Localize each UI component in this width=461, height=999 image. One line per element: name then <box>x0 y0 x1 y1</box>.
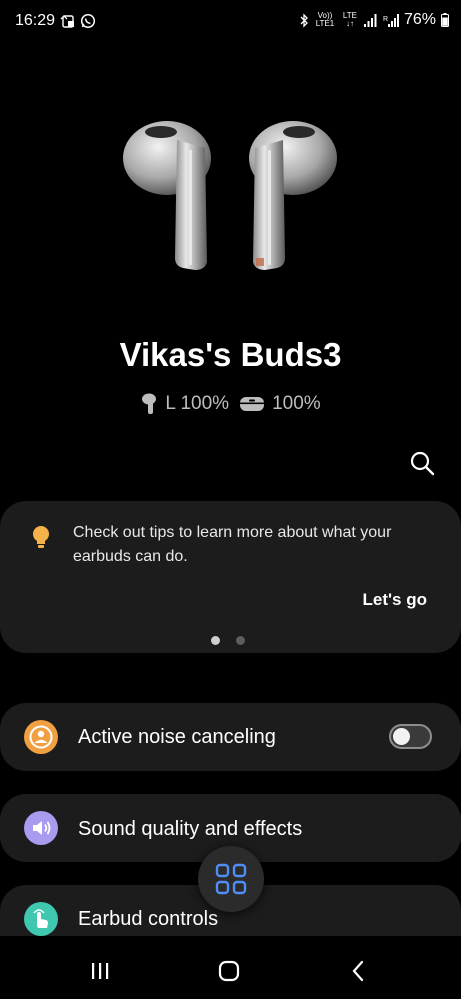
anc-toggle[interactable] <box>389 724 432 749</box>
search-icon[interactable] <box>409 450 435 476</box>
lightbulb-icon <box>33 526 49 548</box>
apps-button[interactable] <box>198 846 264 912</box>
anc-label: Active noise canceling <box>78 726 276 748</box>
status-bar: 16:29 Vo)) LTE1 LTE ↓↑ R 76% <box>0 0 461 44</box>
home-icon[interactable] <box>218 960 240 982</box>
left-earbud-icon <box>142 393 157 414</box>
navigation-bar <box>0 936 461 999</box>
carousel-indicator <box>211 636 245 645</box>
signal-icon <box>363 13 377 27</box>
page-dot[interactable] <box>236 636 245 645</box>
toggle-knob <box>393 728 410 745</box>
left-earbud-battery: L 100% <box>165 393 230 414</box>
speaker-icon <box>24 811 58 845</box>
whatsapp-icon <box>80 13 96 29</box>
page-dot[interactable] <box>211 636 220 645</box>
touch-hand-icon <box>24 902 58 936</box>
bluetooth-icon <box>300 12 308 28</box>
volte-indicator: Vo)) LTE1 <box>315 11 335 28</box>
battery-status: L 100% 100% <box>0 393 461 415</box>
device-name: Vikas's Buds3 <box>119 336 342 373</box>
person-noise-icon <box>24 720 58 754</box>
sound-quality-label: Sound quality and effects <box>78 818 303 840</box>
lte-indicator: LTE ↓↑ <box>342 11 357 28</box>
data-transfer-icon <box>60 15 74 28</box>
battery-percent: 76% <box>403 11 436 28</box>
recents-icon[interactable] <box>89 961 111 981</box>
tips-message: Check out tips to learn more about what … <box>73 524 392 565</box>
battery-icon <box>441 13 449 27</box>
lets-go-button[interactable]: Let's go <box>363 590 428 610</box>
apps-grid-icon <box>215 863 247 895</box>
signal-roaming-icon: R <box>383 13 399 27</box>
back-icon[interactable] <box>350 960 366 982</box>
status-time: 16:29 <box>15 12 56 29</box>
case-battery: 100% <box>272 393 321 414</box>
case-icon <box>240 397 265 411</box>
svg-text:R: R <box>383 16 388 23</box>
earbuds-image <box>123 121 337 270</box>
